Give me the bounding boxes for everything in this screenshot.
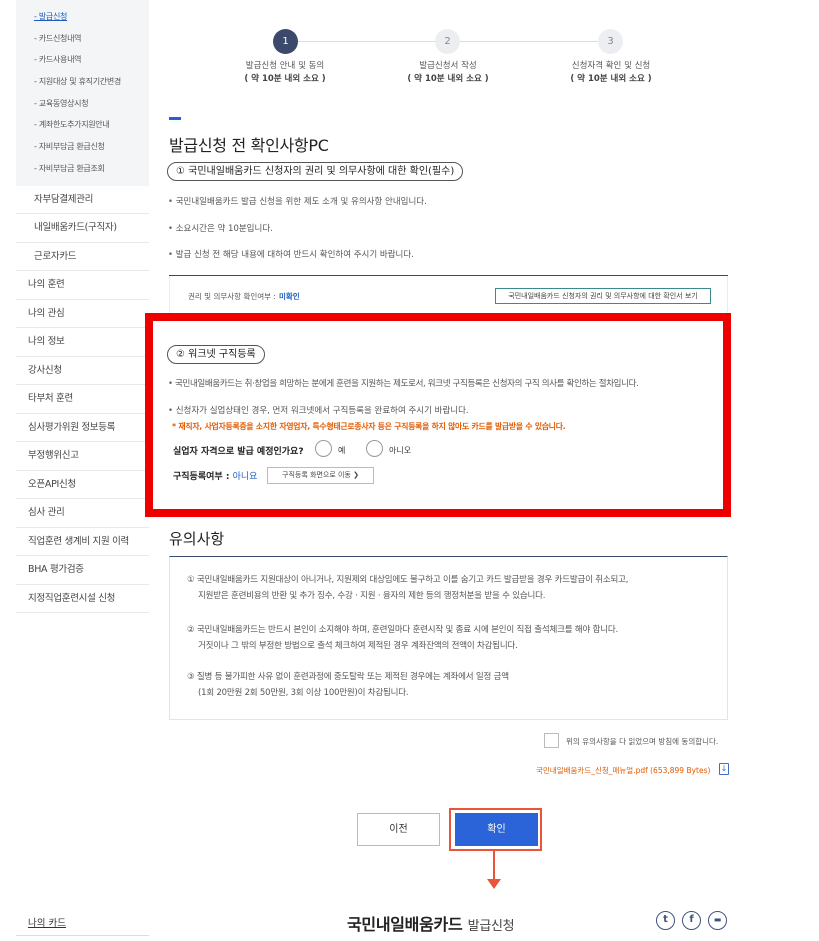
view-rights-document-button[interactable]: 국민내일배움카드 신청자의 권리 및 의무사항에 대한 확인서 보기 (495, 288, 711, 304)
sidebar-item-worker-card[interactable]: 근로자카드 (16, 243, 149, 271)
step-1-label: 발급신청 안내 및 동의 ( 약 10분 내외 소요 ) (220, 60, 350, 86)
notice-item-3-line2: (1회 20만원 2회 50만원, 3회 이상 100만원)이 차감됩니다. (198, 687, 409, 698)
section1-bullet: 국민내일배움카드 발급 신청을 위한 제도 소개 및 유의사항 안내입니다. (168, 195, 427, 207)
step-2-time: ( 약 10분 내외 소요 ) (407, 74, 489, 84)
sidebar-item-bha[interactable]: BHA 평가검증 (16, 556, 149, 585)
radio-no[interactable] (366, 440, 383, 457)
sidebar-item-open-api[interactable]: 오픈API신청 (16, 471, 149, 499)
sidebar-item-evaluator[interactable]: 심사평가위원 정보등록 (16, 414, 149, 442)
confirm-button[interactable]: 확인 (455, 813, 538, 846)
agree-label: 위의 유의사항을 다 읽었으며 방침에 동의합니다. (566, 737, 719, 746)
section2-bullet: 신청자가 실업상태인 경우, 먼저 워크넷에서 구직등록을 완료하여 주시기 바… (168, 404, 469, 416)
notice-item-3: ③ 질병 등 불가피한 사유 없이 훈련과정에 중도탈락 또는 제적된 경우에는… (187, 670, 509, 701)
unemployed-question: 실업자 자격으로 발급 예정인가요? (173, 447, 304, 457)
step-2-title: 발급신청서 작성 (419, 61, 477, 71)
annotation-arrow-head (487, 879, 501, 889)
notice-item-2-line1: ② 국민내일배움카드는 반드시 본인이 소지해야 하며, 훈련일마다 훈련시작 … (187, 625, 618, 635)
prev-button[interactable]: 이전 (357, 813, 440, 846)
footer-my-card-link[interactable]: 나의 카드 (28, 915, 66, 929)
sidebar-item-my-training[interactable]: 나의 훈련 (16, 271, 149, 300)
facebook-icon[interactable]: f (682, 911, 701, 930)
sidebar-item-education-video[interactable]: - 교육동영상시청 (16, 93, 149, 115)
sidebar: - 발급신청 - 카드신청내역 - 카드사용내역 - 지원대상 및 휴직기간변경… (16, 0, 149, 613)
sidebar-item-other-ministry[interactable]: 타부처 훈련 (16, 385, 149, 414)
step-1-circle: 1 (273, 29, 298, 54)
sidebar-item-my-info[interactable]: 나의 정보 (16, 328, 149, 357)
step-2-label: 발급신청서 작성 ( 약 10분 내외 소요 ) (383, 60, 513, 86)
step-1-title: 발급신청 안내 및 동의 (245, 61, 325, 71)
radio-yes[interactable] (315, 440, 332, 457)
step-3-circle: 3 (598, 29, 623, 54)
notice-item-1: ① 국민내일배움카드 지원대상이 아니거나, 지원제외 대상임에도 불구하고 이… (187, 573, 628, 604)
sidebar-item-card-usage[interactable]: - 카드사용내역 (16, 49, 149, 71)
step-connector (460, 41, 598, 42)
sidebar-item-job-seeker-card[interactable]: 내일배움카드(구직자) (16, 214, 149, 243)
step-3-title: 신청자격 확인 및 신청 (571, 61, 651, 71)
notice-item-1-line1: ① 국민내일배움카드 지원대상이 아니거나, 지원제외 대상임에도 불구하고 이… (187, 575, 629, 585)
rights-status-label: 권리 및 의무사항 확인여부 : (188, 292, 276, 301)
sidebar-item-fraud-report[interactable]: 부정행위신고 (16, 442, 149, 471)
message-icon[interactable]: ▬ (708, 911, 727, 930)
sidebar-item-facility-apply[interactable]: 지정직업훈련시설 신청 (16, 585, 149, 613)
footer-title-main: 국민내일배움카드 (347, 915, 463, 934)
sidebar-item-self-payment[interactable]: 자부담결제관리 (16, 186, 149, 214)
radio-no-label: 아니오 (389, 446, 412, 455)
notice-item-2: ② 국민내일배움카드는 반드시 본인이 소지해야 하며, 훈련일마다 훈련시작 … (187, 623, 618, 654)
sidebar-item-card-history[interactable]: - 카드신청내역 (16, 28, 149, 50)
agree-checkbox[interactable] (544, 733, 559, 748)
step-3-label: 신청자격 확인 및 신청 ( 약 10분 내외 소요 ) (546, 60, 676, 86)
footer-title-sub: 발급신청 (467, 919, 515, 934)
title-accent-bar (169, 117, 181, 120)
notice-item-2-line2: 거짓이나 그 밖의 부정한 방법으로 출석 체크하여 제적된 경우 계좌잔액의 … (198, 640, 518, 651)
footer-divider (16, 935, 149, 936)
radio-yes-label: 예 (338, 446, 346, 455)
section1-bullet: 소요시간은 약 10분입니다. (168, 222, 273, 234)
sidebar-item-review-manage[interactable]: 심사 관리 (16, 499, 149, 528)
sidebar-item-support-change[interactable]: - 지원대상 및 휴직기간변경 (16, 71, 149, 93)
job-registration-value: 아니요 (232, 472, 258, 482)
notice-item-3-line1: ③ 질병 등 불가피한 사유 없이 훈련과정에 중도탈락 또는 제적된 경우에는… (187, 672, 509, 682)
section2-bullet: 국민내일배움카드는 취·창업을 희망하는 분에게 훈련을 지원하는 제도로서, … (168, 377, 639, 389)
sidebar-item-living-cost[interactable]: 직업훈련 생계비 지원 이력 (16, 528, 149, 556)
section1-bullet: 발급 신청 전 해당 내용에 대하여 반드시 확인하여 주시기 바랍니다. (168, 248, 414, 260)
section1-heading: ① 국민내일배움카드 신청자의 권리 및 의무사항에 대한 확인(필수) (167, 162, 464, 181)
job-registration-label: 구직등록여부 : (173, 472, 230, 482)
manual-pdf-link[interactable]: 국민내일배움카드_신청_매뉴얼.pdf (653,899 Bytes) (536, 765, 710, 776)
sidebar-item-instructor[interactable]: 강사신청 (16, 357, 149, 385)
notice-title: 유의사항 (169, 530, 225, 548)
rights-status-value: 미확인 (278, 292, 300, 301)
sidebar-submenu: - 발급신청 - 카드신청내역 - 카드사용내역 - 지원대상 및 휴직기간변경… (16, 0, 149, 186)
download-icon[interactable]: ↓ (719, 763, 729, 775)
footer-title: 국민내일배움카드 발급신청 (347, 911, 515, 935)
step-3-time: ( 약 10분 내외 소요 ) (570, 74, 652, 84)
warning-text: * 재직자, 사업자등록증을 소지한 자영업자, 특수형태근로종사자 등은 구직… (172, 422, 566, 431)
rights-status: 권리 및 의무사항 확인여부 : 미확인 (188, 291, 300, 302)
step-connector (298, 41, 435, 42)
annotation-arrow-shaft (493, 851, 495, 881)
sidebar-item-my-interest[interactable]: 나의 관심 (16, 300, 149, 328)
go-job-registration-button[interactable]: 구직등록 화면으로 이동 ❯ (267, 467, 374, 484)
sidebar-item-account-limit[interactable]: - 계좌한도추가지원안내 (16, 114, 149, 136)
step-1-time: ( 약 10분 내외 소요 ) (244, 74, 326, 84)
step-2-circle: 2 (435, 29, 460, 54)
notice-item-1-line2: 지원받은 훈련비용의 반환 및 추가 징수, 수강 · 지원 · 융자의 제한 … (198, 590, 546, 601)
sidebar-item-refund-apply[interactable]: - 자비부담금 환급신청 (16, 136, 149, 158)
job-registration-status: 구직등록여부 : 아니요 (173, 469, 257, 482)
twitter-icon[interactable]: t (656, 911, 675, 930)
page-title: 발급신청 전 확인사항PC (169, 136, 329, 155)
sidebar-item-refund-inquiry[interactable]: - 자비부담금 환급조회 (16, 158, 149, 180)
section2-heading: ② 워크넷 구직등록 (167, 345, 265, 364)
sidebar-item-issue-application[interactable]: - 발급신청 (16, 6, 149, 28)
